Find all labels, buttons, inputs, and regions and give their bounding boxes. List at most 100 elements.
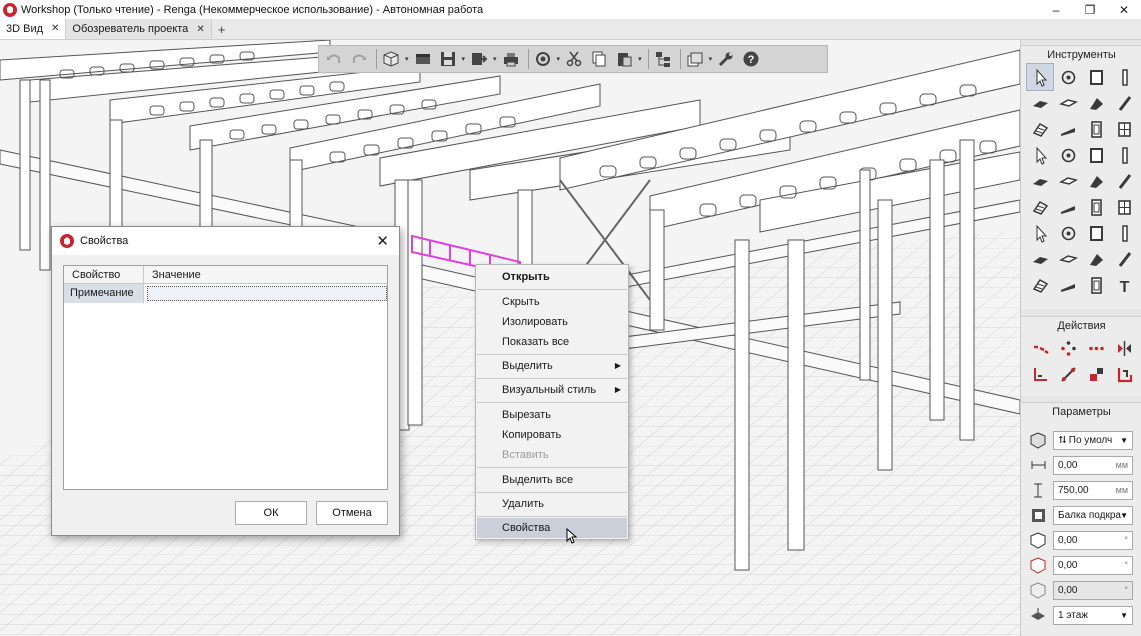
menu-item-cut[interactable]: Вырезать: [477, 405, 627, 425]
menu-item-select-all[interactable]: Выделить все: [477, 470, 627, 490]
column-header-value[interactable]: Значение: [144, 266, 387, 284]
accessory-icon[interactable]: [1111, 194, 1137, 220]
redo-icon[interactable]: [348, 48, 370, 70]
move-icon[interactable]: [1027, 335, 1053, 361]
stair-icon[interactable]: [1027, 116, 1053, 142]
element-icon[interactable]: [1083, 142, 1109, 168]
opening-icon[interactable]: [1111, 142, 1137, 168]
align-icon[interactable]: [1027, 361, 1053, 387]
dimension-icon[interactable]: [1027, 272, 1053, 298]
table-row[interactable]: Примечание: [64, 284, 387, 303]
tank-icon[interactable]: [1027, 246, 1053, 272]
electric-icon[interactable]: [1083, 220, 1109, 246]
cube-view-icon[interactable]: [380, 48, 402, 70]
rotate-icon[interactable]: [1055, 335, 1081, 361]
export-icon[interactable]: [468, 48, 490, 70]
light-icon[interactable]: [1055, 246, 1081, 272]
menu-item-properties[interactable]: Свойства: [477, 518, 627, 538]
undo-icon[interactable]: [323, 48, 345, 70]
cable-icon[interactable]: [1111, 246, 1137, 272]
select-icon[interactable]: [1026, 63, 1054, 91]
outlet-icon[interactable]: [1083, 246, 1109, 272]
save-icon[interactable]: [437, 48, 459, 70]
line-icon[interactable]: [1055, 142, 1081, 168]
angle-2-field[interactable]: 0,00 °: [1053, 555, 1133, 575]
dropdown-arrow-icon[interactable]: ▾: [462, 55, 466, 63]
close-dialog-button[interactable]: ✕: [376, 232, 389, 250]
close-tab-icon[interactable]: ✕: [51, 23, 59, 34]
add-tab-button[interactable]: +: [212, 19, 232, 39]
roof-icon[interactable]: [1083, 90, 1109, 116]
wrench-icon[interactable]: [715, 48, 737, 70]
tab-3d-view[interactable]: 3D Вид ✕: [0, 18, 67, 39]
help-icon[interactable]: ?: [740, 48, 762, 70]
fitting-icon[interactable]: [1027, 194, 1053, 220]
style-select[interactable]: Балка подкра ▼: [1053, 505, 1133, 525]
join-icon[interactable]: [1111, 361, 1137, 387]
angle-3-unit: °: [1124, 585, 1128, 595]
column-header-property[interactable]: Свойство: [64, 266, 144, 284]
hatch-icon[interactable]: [1083, 272, 1109, 298]
property-value-field[interactable]: [147, 286, 387, 301]
mechanical-icon[interactable]: [1083, 168, 1109, 194]
beam-icon[interactable]: [1111, 90, 1137, 116]
dropdown-arrow-icon[interactable]: ▾: [638, 55, 642, 63]
array-icon[interactable]: [1083, 335, 1109, 361]
menu-item-copy[interactable]: Копировать: [477, 425, 627, 445]
equipment-icon[interactable]: [1027, 168, 1053, 194]
angle-1-field[interactable]: 0,00 °: [1053, 530, 1133, 550]
slab-icon[interactable]: [1027, 90, 1053, 116]
dropdown-arrow-icon[interactable]: ▾: [493, 55, 497, 63]
level-select[interactable]: 1 этаж ▼: [1053, 605, 1133, 625]
elevation-icon[interactable]: [1055, 272, 1081, 298]
restore-button[interactable]: ❐: [1073, 0, 1107, 19]
close-tab-icon[interactable]: ✕: [196, 24, 204, 35]
cancel-button[interactable]: Отмена: [316, 501, 388, 525]
ramp-icon[interactable]: [1055, 116, 1081, 142]
text-icon[interactable]: T: [1111, 272, 1137, 298]
layers-icon[interactable]: [684, 48, 706, 70]
copy-icon[interactable]: [588, 48, 610, 70]
mirror-icon[interactable]: [1111, 335, 1137, 361]
menu-item-open[interactable]: Открыть: [477, 267, 627, 287]
valve-icon[interactable]: [1027, 220, 1053, 246]
railing-icon[interactable]: [1027, 142, 1053, 168]
duct-icon[interactable]: [1083, 194, 1109, 220]
angle-3-field[interactable]: 0,00 °: [1053, 580, 1133, 600]
paste-icon[interactable]: [613, 48, 635, 70]
ok-button[interactable]: ОК: [235, 501, 307, 525]
split-icon[interactable]: [1083, 361, 1109, 387]
door-icon[interactable]: [1083, 116, 1109, 142]
grid-axis-icon[interactable]: [1055, 64, 1081, 90]
hierarchy-icon[interactable]: [652, 48, 674, 70]
trim-icon[interactable]: [1055, 361, 1081, 387]
floor-icon[interactable]: [1055, 90, 1081, 116]
floor-plan-icon[interactable]: [412, 48, 434, 70]
wall-icon[interactable]: [1083, 64, 1109, 90]
dropdown-arrow-icon[interactable]: ▾: [709, 55, 713, 63]
placement-select[interactable]: ⮁ По умолч ▼: [1053, 430, 1133, 450]
window-icon[interactable]: [1111, 116, 1137, 142]
minimize-button[interactable]: –: [1039, 0, 1073, 19]
tab-project-explorer[interactable]: Обозреватель проекта ✕: [66, 19, 212, 39]
terminal-icon[interactable]: [1055, 194, 1081, 220]
dropdown-arrow-icon[interactable]: ▾: [405, 55, 409, 63]
close-window-button[interactable]: ✕: [1107, 0, 1141, 19]
menu-item-delete[interactable]: Удалить: [477, 494, 627, 514]
height-field[interactable]: 750,00 мм: [1053, 480, 1133, 500]
menu-item-show-all[interactable]: Показать все: [477, 332, 627, 352]
print-icon[interactable]: [500, 48, 522, 70]
dropdown-arrow-icon[interactable]: ▾: [557, 55, 561, 63]
menu-item-select[interactable]: Выделить ▶: [477, 356, 627, 376]
room-icon[interactable]: [1055, 220, 1081, 246]
menu-item-hide[interactable]: Скрыть: [477, 292, 627, 312]
panel-icon[interactable]: [1111, 220, 1137, 246]
offset-field[interactable]: 0,00 мм: [1053, 455, 1133, 475]
menu-item-visual-style[interactable]: Визуальный стиль ▶: [477, 380, 627, 400]
plumbing-icon[interactable]: [1055, 168, 1081, 194]
cut-icon[interactable]: [563, 48, 585, 70]
column-icon[interactable]: [1111, 64, 1137, 90]
pipe-icon[interactable]: [1111, 168, 1137, 194]
menu-item-isolate[interactable]: Изолировать: [477, 312, 627, 332]
orbit-icon[interactable]: [532, 48, 554, 70]
